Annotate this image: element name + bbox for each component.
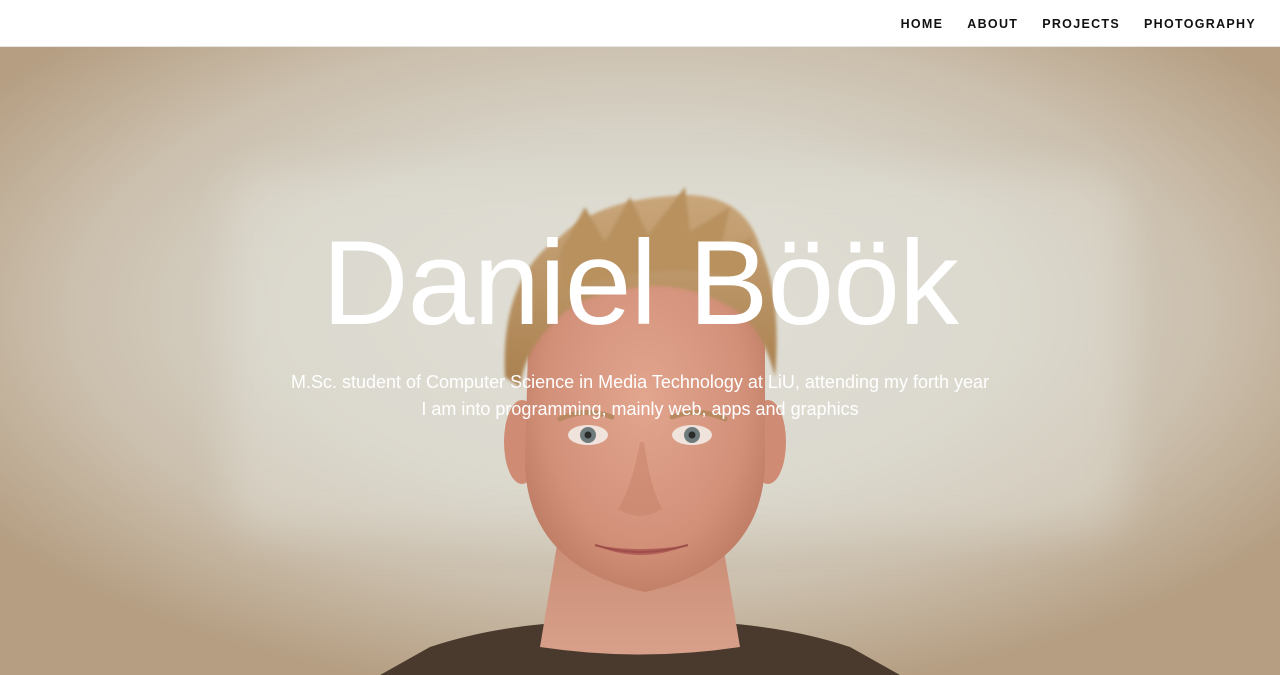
nav-item-about: ABOUT <box>967 15 1018 33</box>
left-pupil <box>584 431 592 439</box>
hero-subtitle-line-1: M.Sc. student of Computer Science in Med… <box>290 372 990 392</box>
top-navbar: HOME ABOUT PROJECTS PHOTOGRAPHY <box>0 0 1280 47</box>
nav-item-photography: PHOTOGRAPHY <box>1144 15 1256 33</box>
hero-name-heading: Daniel Böök <box>321 216 959 350</box>
nav-link-photography[interactable]: PHOTOGRAPHY <box>1144 17 1256 31</box>
hero-section: Daniel Böök M.Sc. student of Computer Sc… <box>0 47 1280 675</box>
nav-link-about[interactable]: ABOUT <box>967 17 1018 31</box>
nav-link-projects[interactable]: PROJECTS <box>1042 17 1120 31</box>
hero-subtitle-line-2: I am into programming, mainly web, apps … <box>421 399 859 419</box>
nav-link-home[interactable]: HOME <box>901 17 944 31</box>
nav-menu: HOME ABOUT PROJECTS PHOTOGRAPHY <box>901 0 1256 47</box>
right-pupil <box>688 431 696 439</box>
portrait-photo <box>380 187 900 675</box>
hero-subtitle: M.Sc. student of Computer Science in Med… <box>0 369 1280 423</box>
nav-item-home: HOME <box>901 15 944 33</box>
nav-item-projects: PROJECTS <box>1042 15 1120 33</box>
